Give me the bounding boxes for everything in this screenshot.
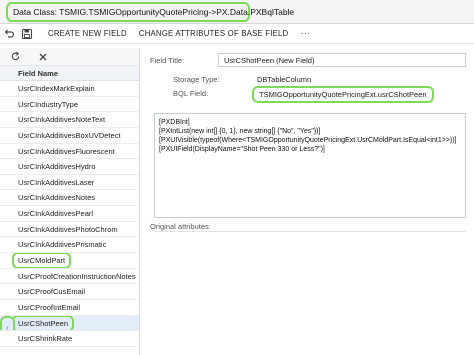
field-name-text: UsrCProofCusEmail — [18, 287, 86, 297]
toolbar: CREATE NEW FIELD CHANGE ATTRIBUTES OF BA… — [0, 24, 474, 44]
field-list-item[interactable]: UsrCProofIntEmail — [0, 300, 139, 316]
field-name-text: UsrCInkAdditivesNoteText — [18, 115, 106, 125]
more-menu-button[interactable]: ··· — [300, 28, 310, 39]
field-name-text: UsrCInkAdditivesLaser — [18, 177, 95, 187]
data-class-label: Data Class: TSMIG.TSMIGOpportunityQuoteP… — [6, 2, 294, 22]
original-attributes-box — [154, 231, 466, 355]
field-name-text: UsrCInkAdditivesPearl — [18, 209, 94, 219]
field-list-item[interactable]: UsrCProofCusEmail — [0, 284, 139, 300]
field-name-text: UsrCMoldPart — [12, 253, 72, 268]
field-list-item[interactable]: UsrCInkAdditivesFluorescent — [0, 144, 139, 160]
field-name-text: UsrCInkAdditivesHydro — [18, 162, 96, 172]
undo-icon[interactable] — [0, 25, 18, 43]
field-list-item[interactable]: UsrCIndexMarkExplain — [0, 81, 139, 97]
field-list-item[interactable]: UsrCInkAdditivesPrismatic — [0, 237, 139, 254]
field-list-item[interactable]: UsrCMoldPart — [0, 253, 139, 269]
field-list-item[interactable]: UsrCInkAdditivesLaser — [0, 175, 139, 191]
refresh-icon[interactable] — [6, 48, 24, 66]
field-list-item[interactable]: › UsrCShotPeen — [0, 315, 139, 332]
selected-row-caret-icon: › — [0, 315, 15, 331]
field-name-text: UsrCInkAdditivesPhotoChrom — [18, 224, 118, 234]
field-list-item[interactable]: UsrCShrinkRate — [0, 331, 139, 347]
code-line: [PXDBInt] — [159, 119, 190, 126]
field-title-input[interactable]: UsrCShotPeen (New Field) — [218, 53, 466, 67]
field-detail-panel: Field Title: UsrCShotPeen (New Field) St… — [141, 48, 474, 355]
create-new-field-button[interactable]: CREATE NEW FIELD — [48, 29, 127, 38]
field-list-item[interactable]: UsrCInkAdditivesPhotoChrom — [0, 222, 139, 238]
field-list-item[interactable]: UsrCIndustryType — [0, 97, 139, 113]
bql-field-value: TSMIGOpportunityQuotePricingExt.usrCShot… — [252, 86, 434, 103]
change-attributes-button[interactable]: CHANGE ATTRIBUTES OF BASE FIELD — [139, 29, 288, 38]
field-list-item[interactable]: UsrCInkAdditivesHydro — [0, 159, 139, 175]
code-line: [PXIntList(new int[] {0, 1}, new string[… — [159, 128, 321, 135]
field-name-column-header[interactable]: Field Name — [0, 66, 139, 81]
save-icon[interactable] — [18, 25, 36, 43]
storage-type-value: DBTableColumn — [257, 75, 312, 84]
code-line: [PXUIVisible(typeof(Where<TSMIGOpportuni… — [159, 137, 457, 144]
field-list: UsrCIndexMarkExplain UsrCIndustryType UsrC… — [0, 81, 139, 347]
attributes-code-editor[interactable]: [PXDBInt] [PXIntList(new int[] {0, 1}, n… — [154, 113, 466, 218]
field-list-item[interactable]: UsrCInkAdditivesBoxUVDetect — [0, 128, 139, 144]
field-name-text: UsrCInkAdditivesFluorescent — [18, 146, 115, 156]
field-name-text: UsrCInkAdditivesPrismatic — [18, 240, 107, 250]
field-name-text: UsrCIndexMarkExplain — [18, 84, 95, 93]
field-list-item[interactable]: UsrCInkAdditivesNoteText — [0, 112, 139, 128]
original-attributes-label: Original attributes: — [150, 222, 211, 231]
code-line: [PXUIField(DisplayName="Shot Peen 330 or… — [159, 146, 325, 153]
storage-type-label: Storage Type: — [173, 75, 220, 84]
field-list-item[interactable]: UsrCProofCreationInstructionNotes — [0, 269, 139, 285]
top-bar: Data Class: TSMIG.TSMIGOpportunityQuoteP… — [0, 0, 474, 24]
field-name-text: UsrCProofIntEmail — [18, 302, 81, 312]
field-name-text: UsrCShrinkRate — [18, 334, 73, 344]
field-name-text: UsrCInkAdditivesBoxUVDetect — [18, 130, 121, 140]
field-list-toolbar — [0, 48, 139, 66]
field-list-item[interactable]: UsrCInkAdditivesPearl — [0, 206, 139, 222]
field-name-text: UsrCInkAdditivesNotes — [18, 193, 96, 203]
field-title-label: Field Title: — [150, 56, 185, 65]
bql-field-label: BQL Field: — [173, 89, 209, 98]
close-icon[interactable] — [34, 48, 52, 66]
field-name-text: UsrCIndustryType — [18, 99, 79, 109]
field-list-panel: Field Name UsrCIndexMarkExplain UsrCIndus… — [0, 48, 140, 355]
field-list-item[interactable]: UsrCInkAdditivesNotes — [0, 190, 139, 207]
field-name-text: UsrCShotPeen — [12, 315, 75, 331]
field-name-text: UsrCProofCreationInstructionNotes — [18, 271, 136, 281]
